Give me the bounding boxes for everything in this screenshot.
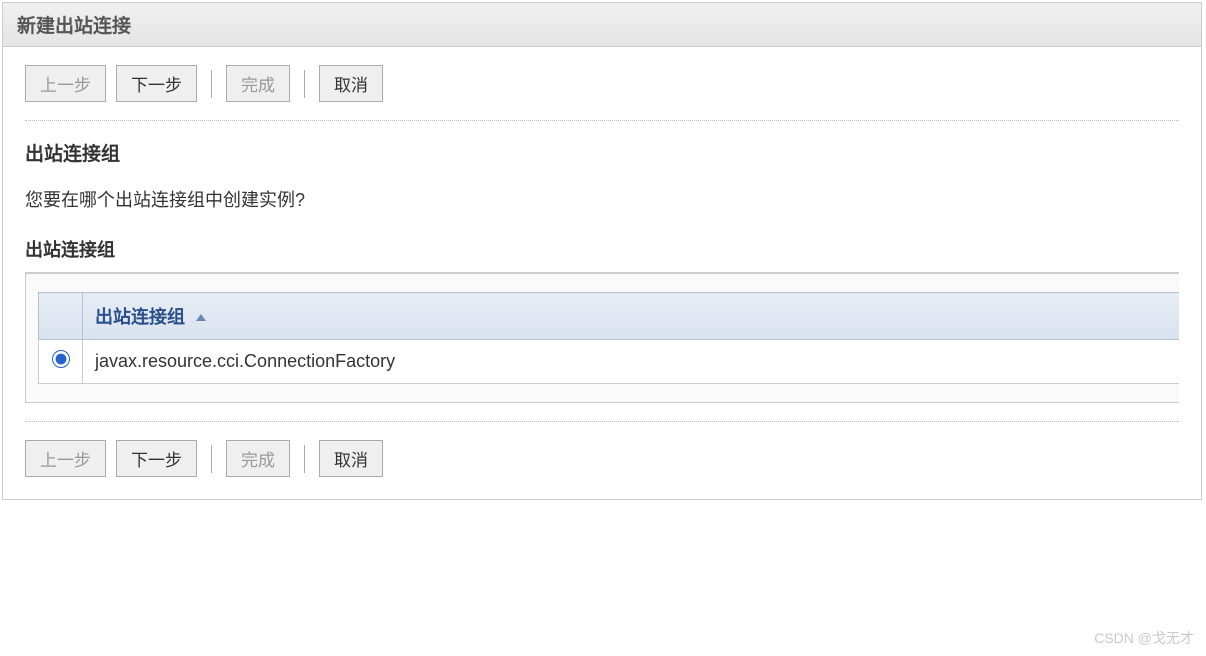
button-separator	[211, 445, 212, 473]
finish-button-bottom[interactable]: 完成	[226, 440, 290, 477]
button-separator	[304, 70, 305, 98]
back-button-top[interactable]: 上一步	[25, 65, 106, 102]
finish-button-top[interactable]: 完成	[226, 65, 290, 102]
back-button-bottom[interactable]: 上一步	[25, 440, 106, 477]
table-label: 出站连接组	[25, 236, 1179, 262]
panel-title: 新建出站连接	[3, 3, 1201, 47]
section-description: 您要在哪个出站连接组中创建实例?	[25, 186, 1179, 212]
button-separator	[304, 445, 305, 473]
cancel-button-bottom[interactable]: 取消	[319, 440, 383, 477]
panel-body: 上一步 下一步 完成 取消 出站连接组 您要在哪个出站连接组中创建实例? 出站连…	[3, 47, 1201, 499]
top-button-row: 上一步 下一步 完成 取消	[25, 65, 1179, 121]
radio-column-header	[39, 293, 83, 340]
button-separator	[211, 70, 212, 98]
wizard-panel: 新建出站连接 上一步 下一步 完成 取消 出站连接组 您要在哪个出站连接组中创建…	[2, 2, 1202, 500]
next-button-top[interactable]: 下一步	[116, 65, 197, 102]
group-column-header[interactable]: 出站连接组	[83, 293, 1180, 340]
connection-group-table: 出站连接组 javax	[38, 292, 1179, 384]
section-title: 出站连接组	[25, 139, 1179, 166]
group-name-cell: javax.resource.cci.ConnectionFactory	[83, 340, 1180, 384]
radio-cell	[39, 340, 83, 384]
next-button-bottom[interactable]: 下一步	[116, 440, 197, 477]
watermark: CSDN @戈无才	[1094, 628, 1194, 648]
sort-ascending-icon	[194, 308, 208, 329]
row-radio[interactable]	[52, 350, 70, 368]
table-container: 出站连接组 javax	[25, 272, 1179, 403]
table-row: javax.resource.cci.ConnectionFactory	[39, 340, 1180, 384]
cancel-button-top[interactable]: 取消	[319, 65, 383, 102]
bottom-button-row: 上一步 下一步 完成 取消	[25, 421, 1179, 477]
column-header-text: 出站连接组	[95, 307, 185, 327]
